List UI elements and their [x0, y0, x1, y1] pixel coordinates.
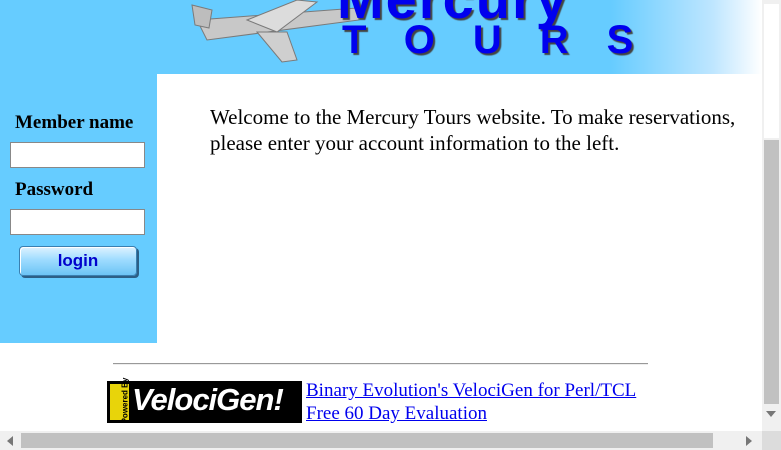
velocigen-logo[interactable]: Powered By VelociGen! — [107, 378, 302, 423]
header-banner: Mercury TOURS — [157, 0, 762, 74]
vertical-scrollbar[interactable] — [762, 0, 781, 431]
velocigen-logo-text: VelociGen! — [132, 382, 284, 417]
arrow-left-icon[interactable] — [7, 436, 13, 446]
arrow-right-icon[interactable] — [746, 436, 752, 446]
powered-by-tab: Powered By — [110, 378, 129, 423]
horizontal-divider — [113, 363, 648, 365]
brand-subtitle: TOURS — [342, 18, 672, 62]
member-name-label: Member name — [15, 112, 134, 133]
password-input[interactable] — [10, 209, 145, 235]
velocigen-link[interactable]: Binary Evolution's VelociGen for Perl/TC… — [306, 380, 636, 402]
scrollbar-corner — [762, 431, 781, 450]
vertical-scroll-thumb[interactable] — [764, 140, 779, 404]
login-button[interactable]: login — [19, 246, 137, 276]
arrow-down-icon[interactable] — [766, 411, 776, 417]
powered-by-text: Powered By — [120, 377, 130, 424]
scroll-track-upper — [764, 4, 779, 138]
evaluation-link[interactable]: Free 60 Day Evaluation — [306, 403, 487, 425]
left-sidebar — [0, 0, 157, 343]
member-name-input[interactable] — [10, 142, 145, 168]
welcome-message: Welcome to the Mercury Tours website. To… — [210, 105, 736, 155]
password-label: Password — [15, 179, 94, 200]
horizontal-scrollbar[interactable] — [0, 431, 762, 450]
horizontal-scroll-thumb[interactable] — [21, 433, 713, 448]
